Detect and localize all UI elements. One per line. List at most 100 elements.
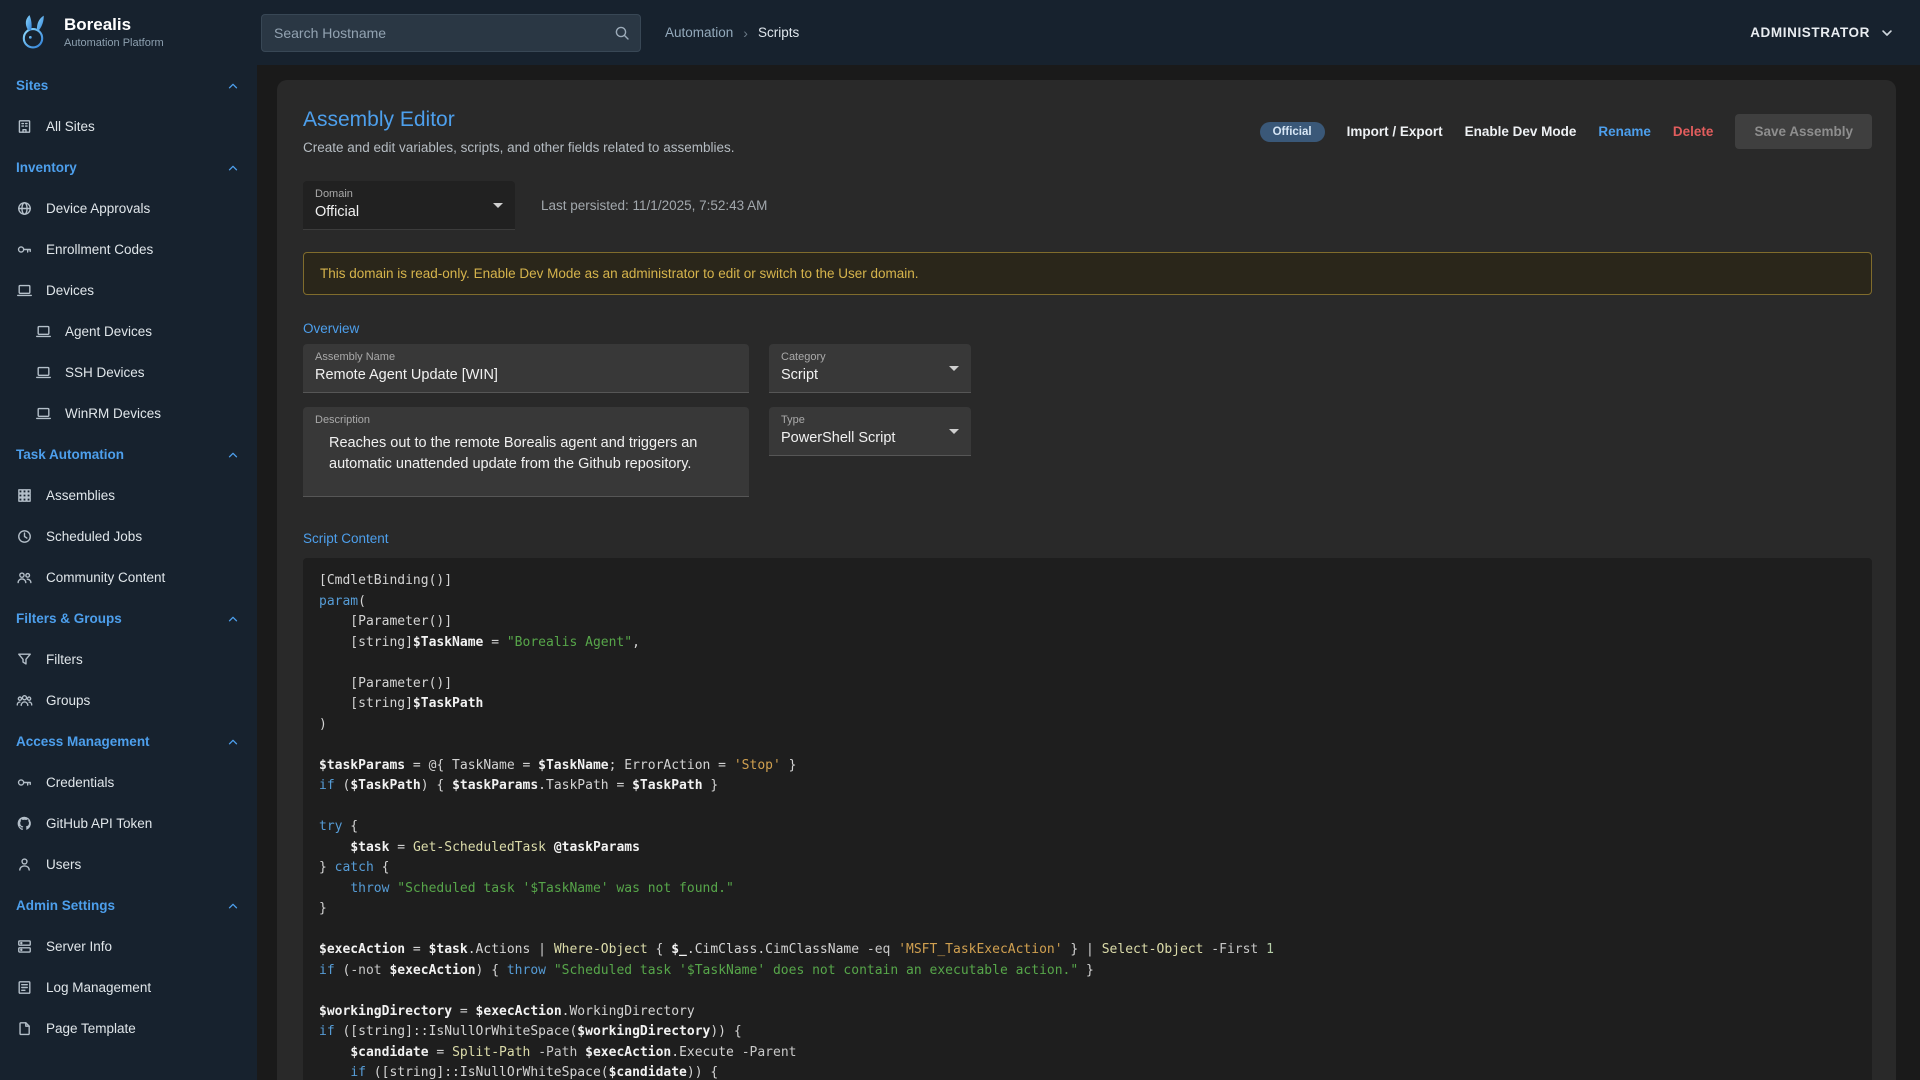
building-icon <box>16 118 33 135</box>
search-input[interactable] <box>274 25 614 41</box>
assembly-name-field[interactable]: Assembly Name Remote Agent Update [WIN] <box>303 344 749 393</box>
header-actions: Official Import / Export Enable Dev Mode… <box>1260 114 1872 149</box>
code-line: if (-not $execAction) { throw "Scheduled… <box>319 961 1856 982</box>
brand-name: Borealis <box>64 16 164 35</box>
sidebar-item-community-content[interactable]: Community Content <box>0 557 257 598</box>
code-line: [Parameter()] <box>319 674 1856 695</box>
sidebar-item-label: Enrollment Codes <box>46 242 153 257</box>
sidebar-item-assemblies[interactable]: Assemblies <box>0 475 257 516</box>
domain-badge: Official <box>1260 122 1325 142</box>
sidebar-section-admin-settings[interactable]: Admin Settings <box>0 885 257 926</box>
sidebar-item-label: All Sites <box>46 119 95 134</box>
clock-icon <box>16 528 33 545</box>
filter-icon <box>16 651 33 668</box>
script-editor[interactable]: [CmdletBinding()]param( [Parameter()] [s… <box>303 558 1872 1080</box>
laptop-icon <box>35 323 52 340</box>
sidebar-item-ssh-devices[interactable]: SSH Devices <box>0 352 257 393</box>
sidebar-section-sites[interactable]: Sites <box>0 65 257 106</box>
sidebar-item-scheduled-jobs[interactable]: Scheduled Jobs <box>0 516 257 557</box>
caret-down-icon <box>949 366 959 371</box>
sidebar-item-label: Devices <box>46 283 94 298</box>
category-value: Script <box>781 367 937 383</box>
brand-subtitle: Automation Platform <box>64 37 164 49</box>
code-line: if ([string]::IsNullOrWhiteSpace($candid… <box>319 1063 1856 1080</box>
sidebar-item-users[interactable]: Users <box>0 844 257 885</box>
sidebar-section-task-automation[interactable]: Task Automation <box>0 434 257 475</box>
search-icon[interactable] <box>614 25 630 41</box>
github-icon <box>16 815 33 832</box>
code-line: [string]$TaskName = "Borealis Agent", <box>319 633 1856 654</box>
code-line: } <box>319 899 1856 920</box>
sidebar-item-label: Groups <box>46 693 90 708</box>
description-label: Description <box>315 414 737 426</box>
enable-dev-mode-button[interactable]: Enable Dev Mode <box>1465 124 1577 139</box>
sidebar-item-label: Credentials <box>46 775 114 790</box>
description-value: Reaches out to the remote Borealis agent… <box>315 433 737 475</box>
sidebar-section-label: Filters & Groups <box>16 611 122 626</box>
code-line <box>319 797 1856 818</box>
sidebar-item-label: WinRM Devices <box>65 406 161 421</box>
page-icon <box>16 1020 33 1037</box>
sidebar-item-groups[interactable]: Groups <box>0 680 257 721</box>
sidebar-item-log-management[interactable]: Log Management <box>0 967 257 1008</box>
sidebar-item-all-sites[interactable]: All Sites <box>0 106 257 147</box>
readonly-warning-banner: This domain is read-only. Enable Dev Mod… <box>303 252 1872 295</box>
sidebar-item-devices[interactable]: Devices <box>0 270 257 311</box>
code-line: param( <box>319 592 1856 613</box>
people-icon <box>16 569 33 586</box>
grid-icon <box>16 487 33 504</box>
breadcrumb-scripts[interactable]: Scripts <box>758 25 799 40</box>
page-subtitle: Create and edit variables, scripts, and … <box>303 140 734 155</box>
sidebar-item-device-approvals[interactable]: Device Approvals <box>0 188 257 229</box>
type-select[interactable]: Type PowerShell Script <box>769 407 971 456</box>
sidebar-item-label: Agent Devices <box>65 324 152 339</box>
sidebar-section-label: Admin Settings <box>16 898 115 913</box>
sidebar-item-credentials[interactable]: Credentials <box>0 762 257 803</box>
person-icon <box>16 856 33 873</box>
breadcrumb: Automation › Scripts <box>665 25 799 41</box>
code-line: $execAction = $task.Actions | Where-Obje… <box>319 940 1856 961</box>
code-line <box>319 920 1856 941</box>
category-select[interactable]: Category Script <box>769 344 971 393</box>
sidebar-section-filters-groups[interactable]: Filters & Groups <box>0 598 257 639</box>
sidebar-item-label: Community Content <box>46 570 165 585</box>
page-title: Assembly Editor <box>303 108 734 132</box>
brand-home-link[interactable]: Borealis Automation Platform <box>0 0 257 65</box>
readonly-warning-text: This domain is read-only. Enable Dev Mod… <box>320 266 919 281</box>
sidebar-item-label: GitHub API Token <box>46 816 152 831</box>
breadcrumb-automation[interactable]: Automation <box>665 25 733 40</box>
rename-button[interactable]: Rename <box>1598 124 1651 139</box>
sidebar-item-label: Device Approvals <box>46 201 150 216</box>
laptop-icon <box>16 282 33 299</box>
description-field[interactable]: Description Reaches out to the remote Bo… <box>303 407 749 497</box>
sidebar-section-access-management[interactable]: Access Management <box>0 721 257 762</box>
sidebar-item-page-template[interactable]: Page Template <box>0 1008 257 1049</box>
code-line: try { <box>319 817 1856 838</box>
code-line: ) <box>319 715 1856 736</box>
sidebar-item-enrollment-codes[interactable]: Enrollment Codes <box>0 229 257 270</box>
sidebar-section-inventory[interactable]: Inventory <box>0 147 257 188</box>
user-menu[interactable]: ADMINISTRATOR <box>1750 24 1896 42</box>
domain-select[interactable]: Domain Official <box>303 181 515 230</box>
assembly-editor-panel: Assembly Editor Create and edit variable… <box>277 80 1896 1080</box>
sidebar-item-github-api-token[interactable]: GitHub API Token <box>0 803 257 844</box>
code-line: [CmdletBinding()] <box>319 571 1856 592</box>
chevron-up-icon <box>225 898 241 914</box>
overview-fields: Assembly Name Remote Agent Update [WIN] … <box>303 344 1872 497</box>
delete-button[interactable]: Delete <box>1673 124 1714 139</box>
script-content-section-label: Script Content <box>303 531 1872 546</box>
code-line: $taskParams = @{ TaskName = $TaskName; E… <box>319 756 1856 777</box>
save-assembly-button[interactable]: Save Assembly <box>1735 114 1872 149</box>
groups-icon <box>16 692 33 709</box>
sidebar-item-filters[interactable]: Filters <box>0 639 257 680</box>
chevron-up-icon <box>225 734 241 750</box>
sidebar-item-agent-devices[interactable]: Agent Devices <box>0 311 257 352</box>
sidebar-item-winrm-devices[interactable]: WinRM Devices <box>0 393 257 434</box>
import-export-button[interactable]: Import / Export <box>1347 124 1443 139</box>
sidebar-item-server-info[interactable]: Server Info <box>0 926 257 967</box>
code-line <box>319 653 1856 674</box>
sidebar-item-label: Log Management <box>46 980 151 995</box>
breadcrumb-separator: › <box>743 25 748 41</box>
sidebar-nav: Sites All Sites Inventory Device Approvals E… <box>0 65 257 1080</box>
sidebar-item-label: Server Info <box>46 939 112 954</box>
